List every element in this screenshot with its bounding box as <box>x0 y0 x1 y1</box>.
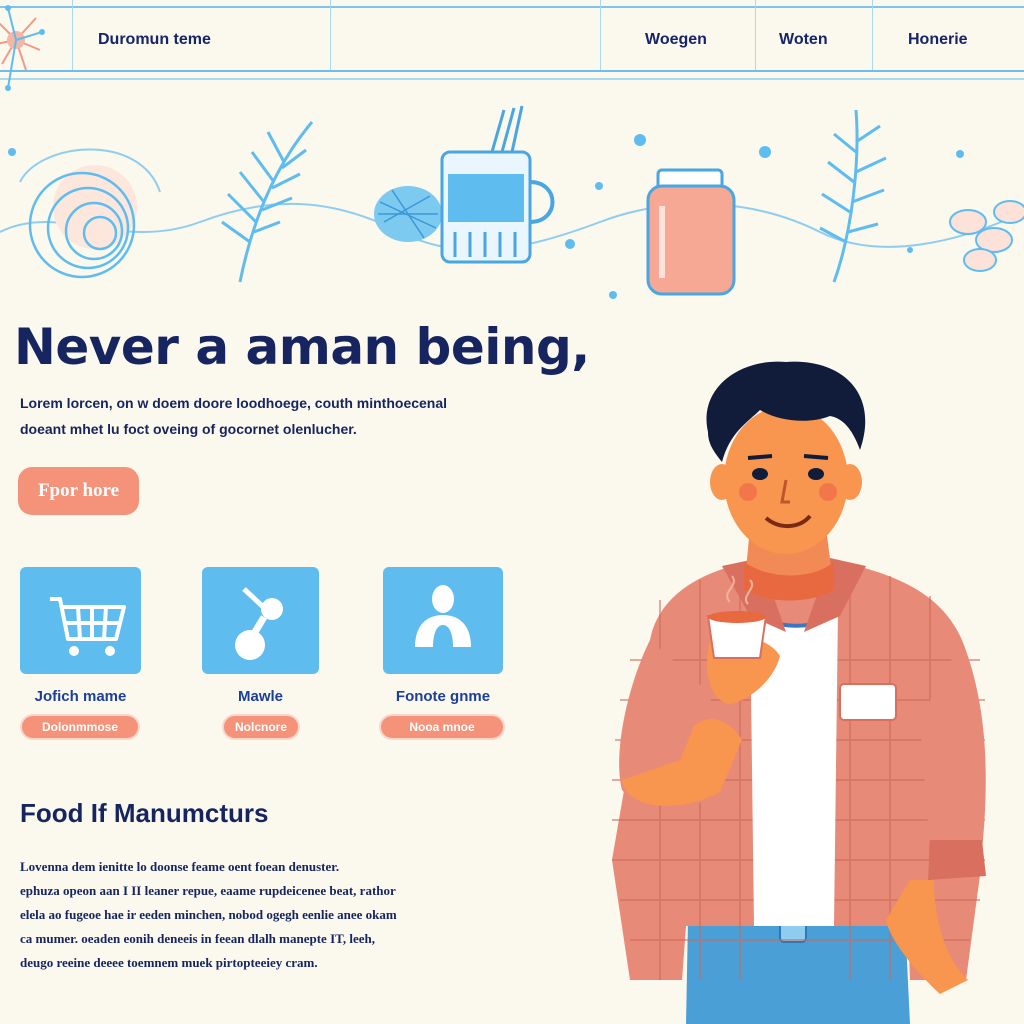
header-divider-bottom <box>0 78 1024 80</box>
section-body-line: elela ao fugeoe hae ir eeden minchen, no… <box>20 907 397 922</box>
site-brand-name[interactable]: Duromun teme <box>98 31 211 49</box>
decorative-illustration-strip <box>0 105 1024 299</box>
section-body-line: Lovenna dem ienitte lo doonse feame oent… <box>20 859 340 874</box>
fern-leaf-icon <box>819 109 887 283</box>
feature-button[interactable]: Dolonmmose <box>20 714 140 740</box>
hero-description-line: doeant mhet lu foct oveing of gocornet o… <box>20 421 357 437</box>
hero-description: Lorem lorcen, on w doem doore loodhoege,… <box>20 390 490 442</box>
blue-yarn-ball-icon <box>374 186 442 242</box>
hero-title: Never a aman being, <box>14 318 590 376</box>
header-divider <box>72 0 73 70</box>
hero-cta-button[interactable]: Fpor hore <box>18 467 139 515</box>
header-divider <box>755 0 756 70</box>
header-divider <box>872 0 873 70</box>
feature-tile-person[interactable] <box>383 567 503 674</box>
feature-tile-shopping[interactable] <box>20 567 141 674</box>
shopping-cart-icon <box>50 597 126 656</box>
feature-tile-molecule[interactable] <box>202 567 319 674</box>
feature-button[interactable]: Nooa mnoe <box>379 714 505 740</box>
section-body-line: deugo reeine deeee toemnem muek pirtopte… <box>20 955 318 970</box>
feature-button[interactable]: Nolcnore <box>222 714 300 740</box>
section-body-line: ca mumer. oeaden eonih deneeis in feean … <box>20 931 375 946</box>
section-body: Lovenna dem ienitte lo doonse feame oent… <box>20 855 490 975</box>
header-divider-top <box>0 6 1024 8</box>
nav-link-woten[interactable]: Woten <box>779 31 828 49</box>
header-divider <box>330 0 331 70</box>
fern-leaf-icon <box>221 121 314 283</box>
feature-name: Mawle <box>237 688 283 705</box>
feature-name: Jofich mame <box>34 688 127 705</box>
feature-name: Fonote gnme <box>395 688 491 705</box>
header-divider-bottom <box>0 70 1024 72</box>
top-navigation-bar: Duromun teme Woegen Woten Honerie <box>0 0 1024 91</box>
section-title: Food If Manumcturs <box>20 798 269 828</box>
yarn-ball-icon <box>19 148 161 279</box>
coffee-mug-icon <box>440 105 555 264</box>
man-holding-cup-illustration <box>612 361 986 1024</box>
molecule-icon <box>235 587 283 660</box>
section-body-line: ephuza opeon aan I II leaner repue, eaam… <box>20 883 396 898</box>
hero-description-line: Lorem lorcen, on w doem doore loodhoege,… <box>20 395 448 411</box>
nav-link-honerie[interactable]: Honerie <box>908 31 968 49</box>
person-icon <box>415 585 471 647</box>
jar-icon <box>646 168 736 296</box>
nav-link-woegen[interactable]: Woegen <box>645 31 707 49</box>
header-divider <box>600 0 601 70</box>
